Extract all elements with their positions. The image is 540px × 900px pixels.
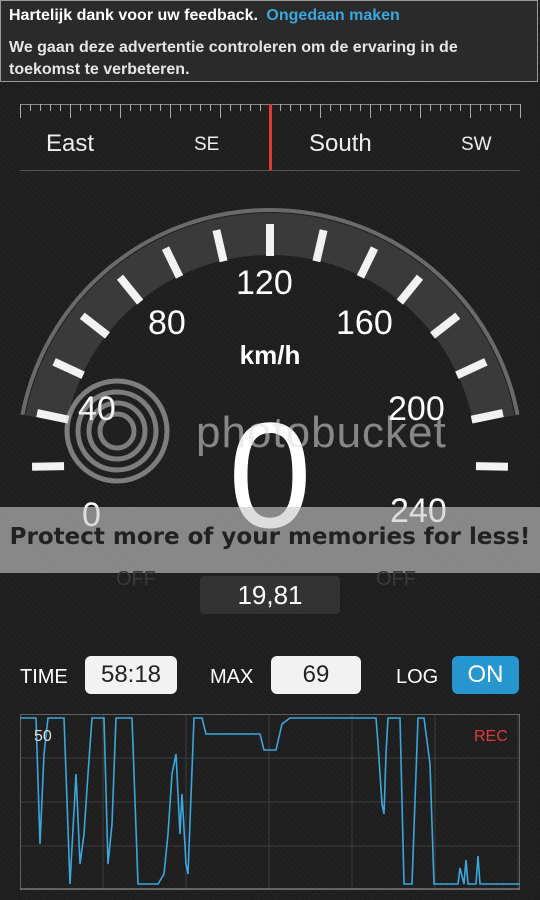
compass-tick — [310, 104, 311, 111]
compass-tick — [200, 104, 201, 111]
compass-tick — [110, 104, 111, 111]
compass-tick — [170, 104, 171, 118]
compass-tick — [20, 104, 21, 118]
undo-link[interactable]: Ongedaan maken — [266, 7, 399, 24]
compass-tick — [210, 104, 211, 111]
compass-bottom-line — [20, 170, 520, 171]
feedback-banner-title: Hartelijk dank voor uw feedback. Ongedaa… — [9, 7, 400, 25]
compass-tick — [360, 104, 361, 111]
compass-tick — [400, 104, 401, 111]
log-toggle-button[interactable]: ON — [452, 656, 519, 694]
max-label: MAX — [210, 666, 254, 688]
compass-tick — [80, 104, 81, 111]
off-indicator-left: OFF — [116, 568, 156, 590]
compass-tick — [480, 104, 481, 111]
compass-tick — [280, 104, 281, 111]
compass-east: East — [46, 130, 95, 157]
compass-tick — [50, 104, 51, 111]
scale-label-120: 120 — [236, 264, 293, 302]
compass-strip: East SE South SW — [20, 100, 521, 172]
feedback-banner: Hartelijk dank voor uw feedback. Ongedaa… — [0, 0, 538, 82]
compass-tick — [490, 104, 491, 111]
compass-tick — [220, 104, 221, 118]
compass-tick — [150, 104, 151, 111]
compass-tick — [430, 104, 431, 111]
compass-tick — [320, 104, 321, 118]
odometer-display: 19,81 — [200, 576, 340, 614]
compass-tick — [180, 104, 181, 111]
speed-trace-line — [20, 717, 520, 885]
compass-tick — [240, 104, 241, 111]
compass-tick — [70, 104, 71, 118]
watermark-slogan: Protect more of your memories for less! — [9, 524, 531, 550]
compass-tick — [290, 104, 291, 111]
compass-tick — [230, 104, 231, 111]
compass-tick — [500, 104, 501, 111]
feedback-thanks-text: Hartelijk dank voor uw feedback. — [9, 7, 258, 24]
off-indicator-right: OFF — [376, 568, 416, 590]
compass-tick — [160, 104, 161, 111]
time-value: 58:18 — [85, 656, 177, 694]
compass-tick — [470, 104, 471, 118]
recording-indicator: REC — [474, 728, 508, 745]
compass-tick — [300, 104, 301, 111]
time-label: TIME — [20, 666, 68, 688]
compass-tick — [130, 104, 131, 111]
compass-tick — [60, 104, 61, 111]
scale-label-80: 80 — [148, 304, 186, 342]
compass-tick — [120, 104, 121, 118]
compass-needle — [269, 104, 272, 170]
compass-tick — [520, 104, 521, 118]
scale-label-160: 160 — [336, 304, 393, 342]
graph-y-label: 50 — [34, 728, 52, 745]
compass-tick — [330, 104, 331, 111]
compass-tick — [370, 104, 371, 118]
compass-tick — [340, 104, 341, 111]
compass-tick — [420, 104, 421, 118]
compass-tick — [510, 104, 511, 111]
speed-history-graph — [20, 714, 520, 890]
compass-sw: SW — [461, 134, 492, 155]
compass-tick — [140, 104, 141, 111]
graph-grid — [20, 714, 520, 890]
compass-tick — [190, 104, 191, 111]
compass-se: SE — [194, 134, 220, 155]
compass-tick — [350, 104, 351, 111]
compass-tick — [90, 104, 91, 111]
compass-tick — [460, 104, 461, 111]
compass-tick — [100, 104, 101, 111]
feedback-message: We gaan deze advertentie controleren om … — [9, 39, 458, 78]
compass-tick — [40, 104, 41, 111]
photobucket-logo-text: photobucket — [196, 408, 447, 457]
speed-unit: km/h — [239, 340, 301, 370]
compass-tick — [30, 104, 31, 111]
max-value: 69 — [271, 656, 361, 694]
compass-tick — [440, 104, 441, 111]
compass-tick — [450, 104, 451, 111]
photobucket-logo-rings — [64, 378, 170, 484]
log-label: LOG — [396, 666, 439, 688]
compass-tick — [260, 104, 261, 111]
compass-tick — [390, 104, 391, 111]
compass-south: South — [309, 130, 372, 157]
compass-tick — [380, 104, 381, 111]
compass-tick — [250, 104, 251, 111]
compass-tick — [410, 104, 411, 111]
